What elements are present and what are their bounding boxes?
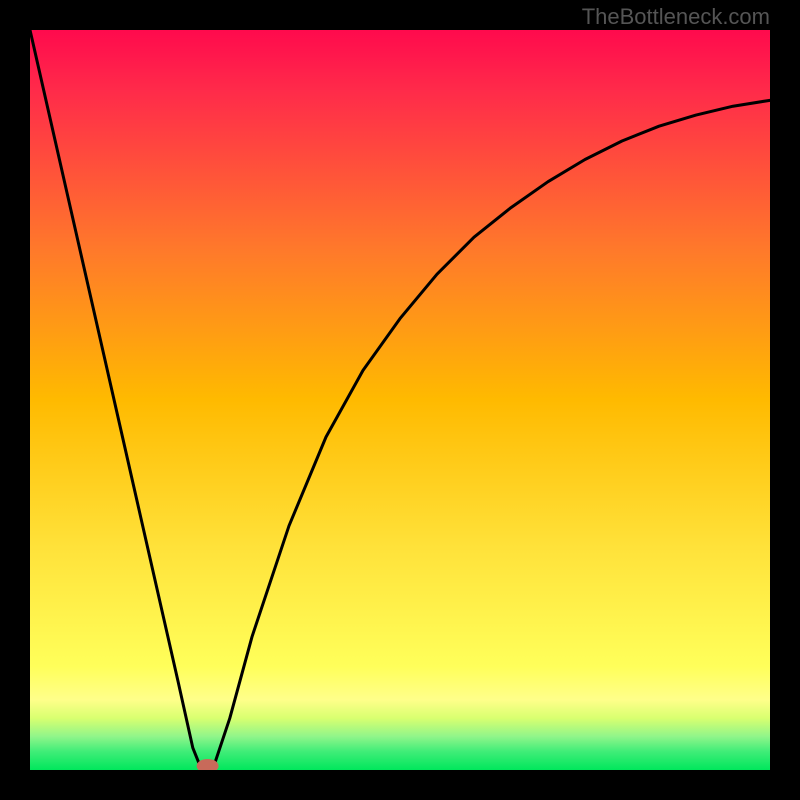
chart-svg [30,30,770,770]
plot-area [30,30,770,770]
watermark-text: TheBottleneck.com [582,4,770,30]
chart-frame: TheBottleneck.com [0,0,800,800]
gradient-background [30,30,770,770]
